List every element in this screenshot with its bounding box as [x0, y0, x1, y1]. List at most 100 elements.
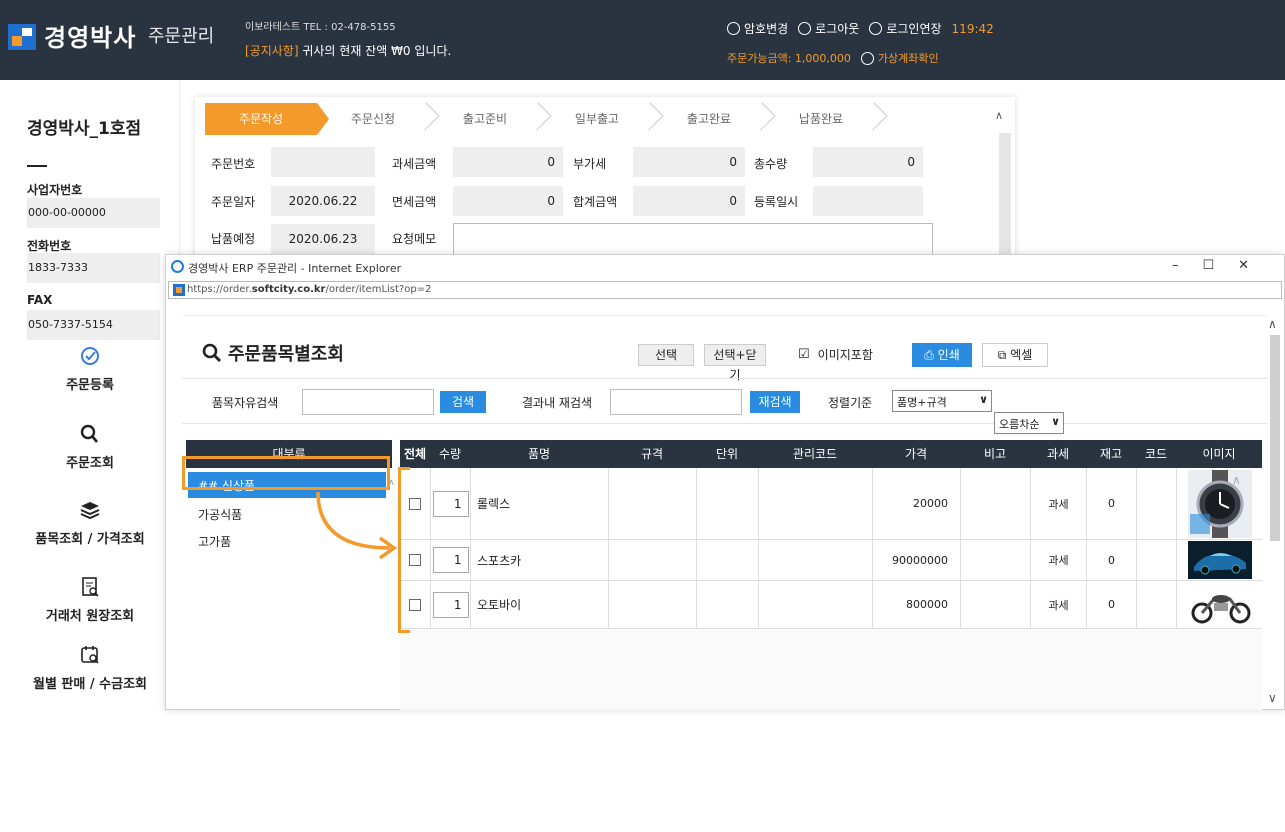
col-tax: 과세 — [1046, 447, 1070, 461]
extend-login-label: 로그인연장 — [886, 22, 942, 36]
extend-login-link[interactable]: 로그인연장 — [869, 20, 942, 37]
printer-icon: ⎙ — [924, 348, 934, 362]
delivery-label: 납품예정 — [211, 232, 256, 246]
image-cell — [1176, 581, 1262, 628]
phone-text: 1833-7333 — [28, 261, 88, 274]
vat-label: 부가세 — [573, 157, 607, 171]
top-header: 경영박사 주문관리 이보라테스트 TEL : 02-478-5155 [공지사항… — [0, 0, 1285, 80]
result-search-label: 결과내 재검색 — [522, 396, 593, 410]
virtual-account-link[interactable]: 가상계좌확인 — [860, 50, 939, 66]
include-image-option[interactable]: ☑ 이미지포함 — [798, 346, 873, 363]
search-button[interactable]: 검색 — [440, 391, 486, 413]
select-close-button[interactable]: 선택+닫기 — [704, 344, 766, 382]
sidebar: 경영박사_1호점 사업자번호 000-00-00000 전화번호 1833-73… — [0, 80, 180, 710]
row-checkbox[interactable] — [409, 598, 421, 611]
qty-cell[interactable]: 1 — [430, 581, 470, 628]
address-bar[interactable]: https://order.softcity.co.kr/order/itemL… — [168, 281, 1282, 299]
biz-number-label: 사업자번호 — [27, 183, 83, 197]
code-cell — [1136, 581, 1176, 628]
header-links: 암호변경 로그아웃 로그인연장 119:42 — [727, 20, 994, 37]
scroll-thumb[interactable] — [1270, 335, 1280, 541]
image-cell — [1176, 540, 1262, 580]
spec-cell — [608, 581, 696, 628]
logout-link[interactable]: 로그아웃 — [798, 20, 859, 37]
company-info: 이보라테스트 TEL : 02-478-5155 — [245, 22, 396, 33]
col-price: 가격 — [904, 447, 928, 461]
popup-content: 주문품목별조회 선택 선택+닫기 ☑ 이미지포함 ⎙ 인쇄 ⧉ 엑셀 품목자유검… — [182, 315, 1268, 710]
col-spec: 규격 — [640, 447, 664, 461]
arrow-icon — [316, 491, 398, 560]
menu-monthly[interactable]: 월별 판매 / 수금조회 — [0, 645, 180, 692]
reg-date-label: 등록일시 — [754, 195, 799, 209]
divider — [27, 165, 47, 167]
result-search-input[interactable] — [610, 389, 742, 415]
qty-input[interactable]: 1 — [432, 547, 469, 573]
print-button[interactable]: ⎙ 인쇄 — [912, 343, 972, 367]
scroll-down-arrow[interactable]: ∨ — [1268, 691, 1277, 705]
excel-button[interactable]: ⧉ 엑셀 — [982, 343, 1048, 367]
menu-ledger[interactable]: 거래처 원장조회 — [0, 577, 180, 624]
table-row[interactable]: 1 롤렉스 20000 과세 0 — [400, 468, 1262, 540]
store-name: 경영박사_1호점 — [27, 119, 142, 139]
select-button[interactable]: 선택 — [638, 344, 694, 366]
sort-label: 정렬기준 — [828, 396, 873, 410]
menu-order-register[interactable]: 주문등록 — [0, 346, 180, 393]
sports-car-image — [1187, 541, 1252, 579]
category-item-processed-food[interactable]: 가공식품 — [198, 506, 242, 523]
maximize-icon[interactable]: ☐ — [1203, 258, 1215, 273]
check-circle-icon — [81, 347, 99, 365]
row-checkbox[interactable] — [409, 554, 421, 566]
note-cell — [960, 468, 1030, 539]
motorcycle-image — [1187, 584, 1252, 625]
image-cell — [1176, 468, 1262, 539]
research-button[interactable]: 재검색 — [750, 391, 800, 413]
password-change-link[interactable]: 암호변경 — [727, 20, 788, 37]
taxfree-field: 0 — [453, 186, 563, 216]
taxfree-label: 면세금액 — [392, 195, 437, 209]
category-item-premium[interactable]: 고가품 — [198, 533, 231, 550]
col-all[interactable]: 전체 — [400, 440, 430, 468]
popup-title: 주문품목별조회 — [202, 340, 344, 366]
menu-item-price[interactable]: 품목조회 / 가격조회 — [0, 500, 180, 547]
free-search-input[interactable] — [302, 389, 434, 415]
table-row[interactable]: 1 스포츠카 90000000 과세 0 — [400, 540, 1262, 581]
order-steps: 주문작성 주문신청 출고준비 일부출고 출고완료 납품완료 — [205, 103, 877, 135]
order-select[interactable]: 오름차순 — [994, 412, 1064, 434]
scroll-up-arrow[interactable]: ∧ — [1268, 317, 1277, 331]
popup-scrollbar[interactable]: ∧ ∨ — [1266, 317, 1282, 709]
close-icon[interactable]: ✕ — [1238, 258, 1249, 273]
qty-input[interactable]: 1 — [432, 591, 469, 618]
scrollbar[interactable] — [999, 133, 1011, 263]
tax-cell: 과세 — [1030, 540, 1086, 580]
name-cell: 스포츠카 — [470, 540, 608, 580]
col-qty: 수량 — [438, 447, 462, 461]
qty-cell[interactable]: 1 — [430, 540, 470, 580]
scroll-up-arrow[interactable]: ∧ — [995, 109, 1007, 122]
coin-icon — [860, 51, 874, 65]
notice: [공지사항] 귀사의 현재 잔액 ₩0 입니다. — [245, 42, 451, 59]
layers-icon — [80, 502, 100, 520]
menu-order-lookup[interactable]: 주문조회 — [0, 424, 180, 471]
highlight-box-category — [182, 456, 390, 490]
include-image-check[interactable]: ☑ — [798, 347, 810, 362]
delivery-field[interactable]: 2020.06.23 — [271, 224, 375, 254]
lock-icon — [727, 22, 740, 35]
qty-cell[interactable]: 1 — [430, 468, 470, 539]
phone-value: 1833-7333 — [27, 253, 160, 283]
unit-cell — [696, 468, 758, 539]
print-label: 인쇄 — [937, 348, 960, 362]
row-checkbox[interactable] — [409, 497, 421, 510]
table-scroll-up-arrow[interactable]: ∧ — [1232, 473, 1241, 487]
order-form-window: 주문작성 주문신청 출고준비 일부출고 출고완료 납품완료 ∧ 주문번호 과세금… — [195, 97, 1015, 267]
table-row[interactable]: 1 오토바이 800000 과세 0 — [400, 581, 1262, 629]
watch-image — [1187, 469, 1252, 538]
order-date-field[interactable]: 2020.06.22 — [271, 186, 375, 216]
excel-label: 엑셀 — [1010, 348, 1033, 362]
minimize-icon[interactable]: – — [1172, 258, 1179, 273]
menu-monthly-label: 월별 판매 / 수금조회 — [32, 677, 147, 692]
sum-label: 합계금액 — [573, 195, 618, 209]
total-qty-label: 총수량 — [754, 157, 788, 171]
sort-select[interactable]: 품명+규격 — [892, 390, 992, 412]
price-cell: 20000 — [872, 468, 960, 539]
qty-input[interactable]: 1 — [432, 490, 469, 517]
